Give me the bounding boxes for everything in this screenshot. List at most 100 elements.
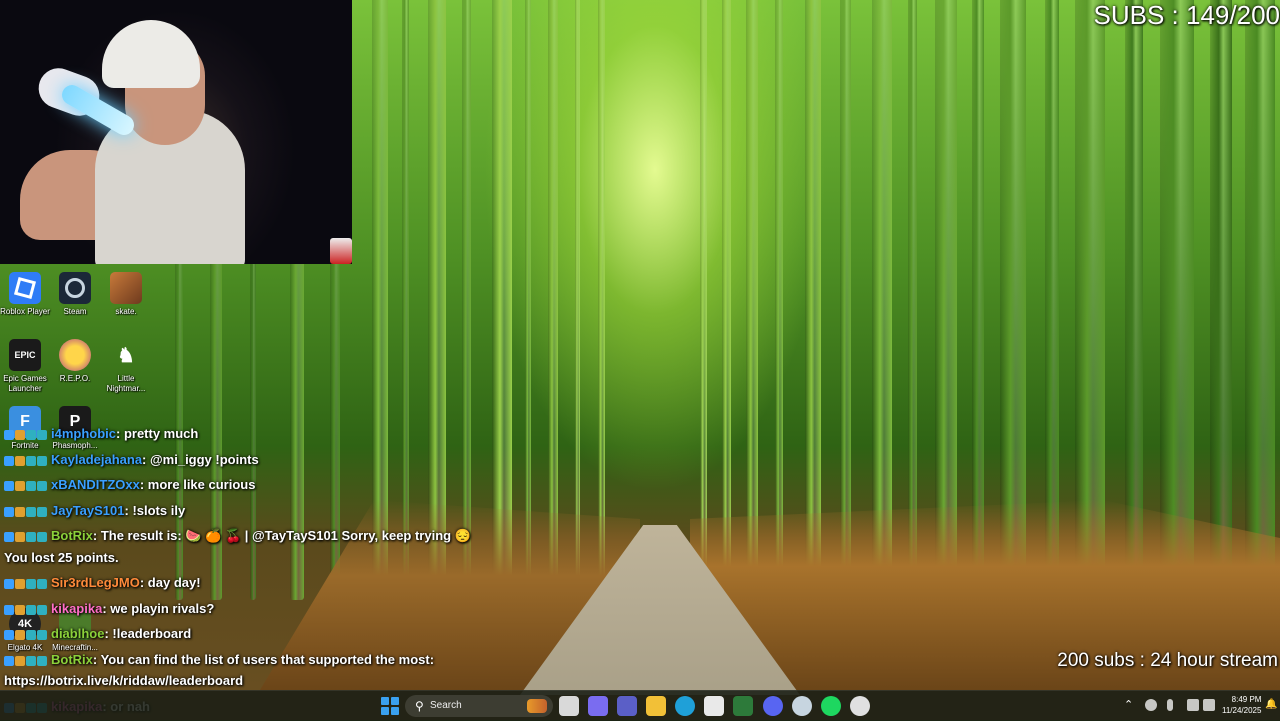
skate-icon — [110, 272, 142, 304]
obs-icon[interactable] — [850, 696, 870, 716]
chat-badge-icon — [4, 656, 14, 667]
chat-badge-icon — [15, 481, 25, 492]
desktop-icon-repo[interactable]: R.E.P.O. — [48, 339, 102, 384]
chat-badges — [4, 529, 48, 545]
start-logo-pane — [381, 707, 389, 715]
bamboo-stalk — [1210, 0, 1232, 600]
bamboo-stalk — [598, 0, 605, 600]
chat-text: : we playin rivals? — [102, 601, 215, 616]
desktop-icon-label: skate. — [115, 307, 137, 316]
chat-badge-icon — [4, 481, 14, 492]
steam-icon[interactable] — [792, 696, 812, 716]
desktop-icon-label: Roblox Player — [0, 307, 50, 316]
chat-message: You lost 25 points. — [4, 550, 119, 566]
chat-badge-icon — [15, 605, 25, 616]
clock-time: 8:49 PM — [1231, 695, 1262, 704]
chat-message: i4mphobic: pretty much — [4, 426, 198, 443]
streamer-beanie — [102, 20, 200, 88]
chat-message: kikapika: we playin rivals? — [4, 601, 214, 618]
chat-badge-icon — [26, 430, 36, 441]
onedrive-icon[interactable] — [1145, 699, 1157, 711]
chat-badge-icon — [37, 605, 47, 616]
chat-text: : !slots ily — [124, 503, 186, 518]
chat-badges — [4, 427, 48, 443]
discord-icon[interactable] — [763, 696, 783, 716]
chat-message: Kayladejahana: @mi_iggy !points — [4, 452, 259, 469]
windows-start-button[interactable] — [381, 697, 399, 715]
chat-badge-icon — [4, 605, 14, 616]
microphone-icon[interactable] — [1167, 699, 1173, 711]
chat-badges — [4, 653, 48, 669]
desktop-icon-little-nightmares[interactable]: ♞ Little Nightmar... — [99, 339, 153, 394]
clock-date: 11/24/2025 — [1222, 706, 1262, 715]
steam-icon — [59, 272, 91, 304]
notification-bell-icon[interactable]: 🔔 — [1265, 699, 1277, 710]
chat-badge-icon — [37, 579, 47, 590]
chat-link[interactable]: https://botrix.live/k/riddaw/leaderboard — [4, 673, 243, 688]
edge-icon[interactable] — [675, 696, 695, 716]
chat-badges — [4, 627, 48, 643]
desktop-icon-roblox[interactable]: Roblox Player — [0, 272, 52, 317]
chat-badge-icon — [4, 630, 14, 641]
bamboo-stalk — [1245, 0, 1275, 600]
chat-username: i4mphobic — [51, 426, 117, 441]
webcam-overlay — [0, 0, 352, 264]
chat-text: : !leaderboard — [104, 626, 192, 641]
desktop-icon-steam[interactable]: Steam — [48, 272, 102, 317]
chat-username: Kayladejahana — [51, 452, 143, 467]
chat-username: xBANDITZOxx — [51, 477, 140, 492]
chat-badge-icon — [26, 481, 36, 492]
chat-badge-icon — [15, 456, 25, 467]
copilot-icon[interactable] — [588, 696, 608, 716]
taskbar-search[interactable]: ⚲ Search — [405, 695, 553, 717]
task-view-icon[interactable] — [559, 696, 579, 716]
desktop-icon-label: Epic Games Launcher — [3, 374, 47, 393]
chat-badge-icon — [4, 430, 14, 441]
chat-badge-icon — [4, 507, 14, 518]
roblox-icon — [9, 272, 41, 304]
chat-username: Sir3rdLegJMO — [51, 575, 140, 590]
desktop-icon-label: Steam — [63, 307, 87, 316]
spotify-icon[interactable] — [821, 696, 841, 716]
bamboo-stalk — [575, 0, 580, 600]
chat-badge-icon — [26, 507, 36, 518]
taskbar: ⚲ Search ⌃ 8:49 PM 11/24/2025 🔔 — [0, 690, 1280, 721]
chat-message: xBANDITZOxx: more like curious — [4, 477, 255, 494]
bamboo-stalk — [700, 0, 707, 600]
little-nightmares-icon: ♞ — [117, 344, 135, 367]
file-explorer-icon[interactable] — [646, 696, 666, 716]
store-icon[interactable] — [704, 696, 724, 716]
drink-can — [330, 238, 352, 264]
chat-badge-icon — [37, 481, 47, 492]
network-icon[interactable] — [1187, 699, 1199, 711]
chat-badges — [4, 478, 48, 494]
chat-username: diablhoe — [51, 626, 105, 641]
chat-badge-icon — [37, 532, 47, 543]
chat-username: BotRix — [51, 528, 93, 543]
epic-games-icon: EPIC — [9, 339, 41, 371]
chat-badges — [4, 504, 48, 520]
desktop-icon-epic-games[interactable]: EPIC Epic Games Launcher — [0, 339, 52, 394]
chat-badge-icon — [37, 430, 47, 441]
chat-username: JayTayS101 — [51, 503, 125, 518]
chat-text: : You can find the list of users that su… — [92, 652, 435, 667]
taskbar-clock[interactable]: 8:49 PM 11/24/2025 — [1222, 694, 1261, 716]
chat-message: diablhoe: !leaderboard — [4, 626, 191, 643]
start-logo-pane — [381, 697, 389, 705]
bamboo-stalk — [722, 0, 731, 600]
start-logo-pane — [391, 697, 399, 705]
bamboo-stalk — [840, 0, 851, 600]
chat-text: : day day! — [139, 575, 201, 590]
app-green-icon[interactable] — [733, 696, 753, 716]
chat-badge-icon — [15, 656, 25, 667]
repo-icon — [59, 339, 91, 371]
chat-badge-icon — [26, 656, 36, 667]
tray-chevron-up-icon[interactable]: ⌃ — [1124, 698, 1133, 711]
desktop-icon-skate[interactable]: skate. — [99, 272, 153, 317]
teams-icon[interactable] — [617, 696, 637, 716]
search-highlight-icon — [527, 699, 547, 713]
chat-badge-icon — [37, 456, 47, 467]
volume-icon[interactable] — [1203, 699, 1215, 711]
bamboo-stalk — [775, 0, 783, 600]
chat-badge-icon — [37, 630, 47, 641]
